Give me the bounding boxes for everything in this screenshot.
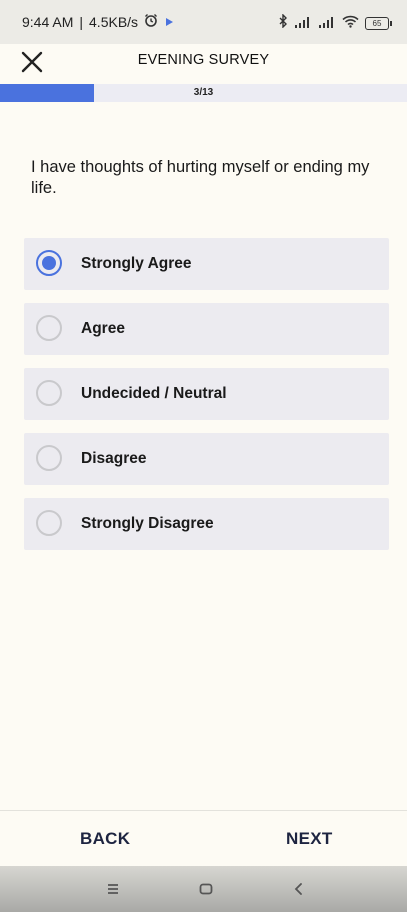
status-left: 9:44 AM | 4.5KB/s: [22, 13, 174, 30]
back-icon[interactable]: [290, 880, 308, 898]
radio-button[interactable]: [36, 315, 62, 341]
alarm-icon: [144, 13, 158, 30]
option-strongly-disagree[interactable]: Strongly Disagree: [24, 498, 389, 550]
radio-button[interactable]: [36, 510, 62, 536]
next-button[interactable]: NEXT: [286, 829, 333, 849]
status-right: 65: [278, 13, 392, 33]
back-button[interactable]: BACK: [80, 829, 130, 849]
status-bar: 9:44 AM | 4.5KB/s 65: [0, 0, 407, 44]
option-label: Undecided / Neutral: [81, 385, 227, 402]
option-disagree[interactable]: Disagree: [24, 433, 389, 485]
footer-bar: BACK NEXT: [0, 810, 407, 867]
option-label: Disagree: [81, 450, 147, 467]
page-title: EVENING SURVEY: [137, 52, 270, 68]
signal-icon: [294, 15, 312, 33]
system-nav-bar: [0, 866, 407, 912]
signal-icon: [318, 15, 336, 33]
header-bar: EVENING SURVEY: [0, 44, 407, 84]
question-text: I have thoughts of hurting myself or end…: [31, 158, 370, 197]
wifi-icon: [342, 15, 359, 33]
status-time: 9:44 AM: [22, 13, 74, 30]
bluetooth-icon: [278, 13, 288, 33]
radio-button[interactable]: [36, 380, 62, 406]
status-net-speed: 4.5KB/s: [89, 13, 139, 30]
home-icon[interactable]: [197, 880, 215, 898]
option-undecided-neutral[interactable]: Undecided / Neutral: [24, 368, 389, 420]
answer-options: Strongly Agree Agree Undecided / Neutral…: [24, 238, 389, 563]
option-label: Strongly Agree: [81, 255, 192, 272]
menu-icon[interactable]: [104, 880, 122, 898]
progress-label: 3/13: [193, 87, 214, 98]
option-strongly-agree[interactable]: Strongly Agree: [24, 238, 389, 290]
progress-bar: 3/13: [0, 84, 407, 102]
radio-button[interactable]: [36, 250, 62, 276]
option-label: Strongly Disagree: [81, 515, 214, 532]
play-icon: [164, 14, 174, 30]
option-agree[interactable]: Agree: [24, 303, 389, 355]
radio-button[interactable]: [36, 445, 62, 471]
status-separator: |: [79, 13, 84, 30]
option-label: Agree: [81, 320, 125, 337]
battery-icon: 65: [365, 17, 392, 30]
